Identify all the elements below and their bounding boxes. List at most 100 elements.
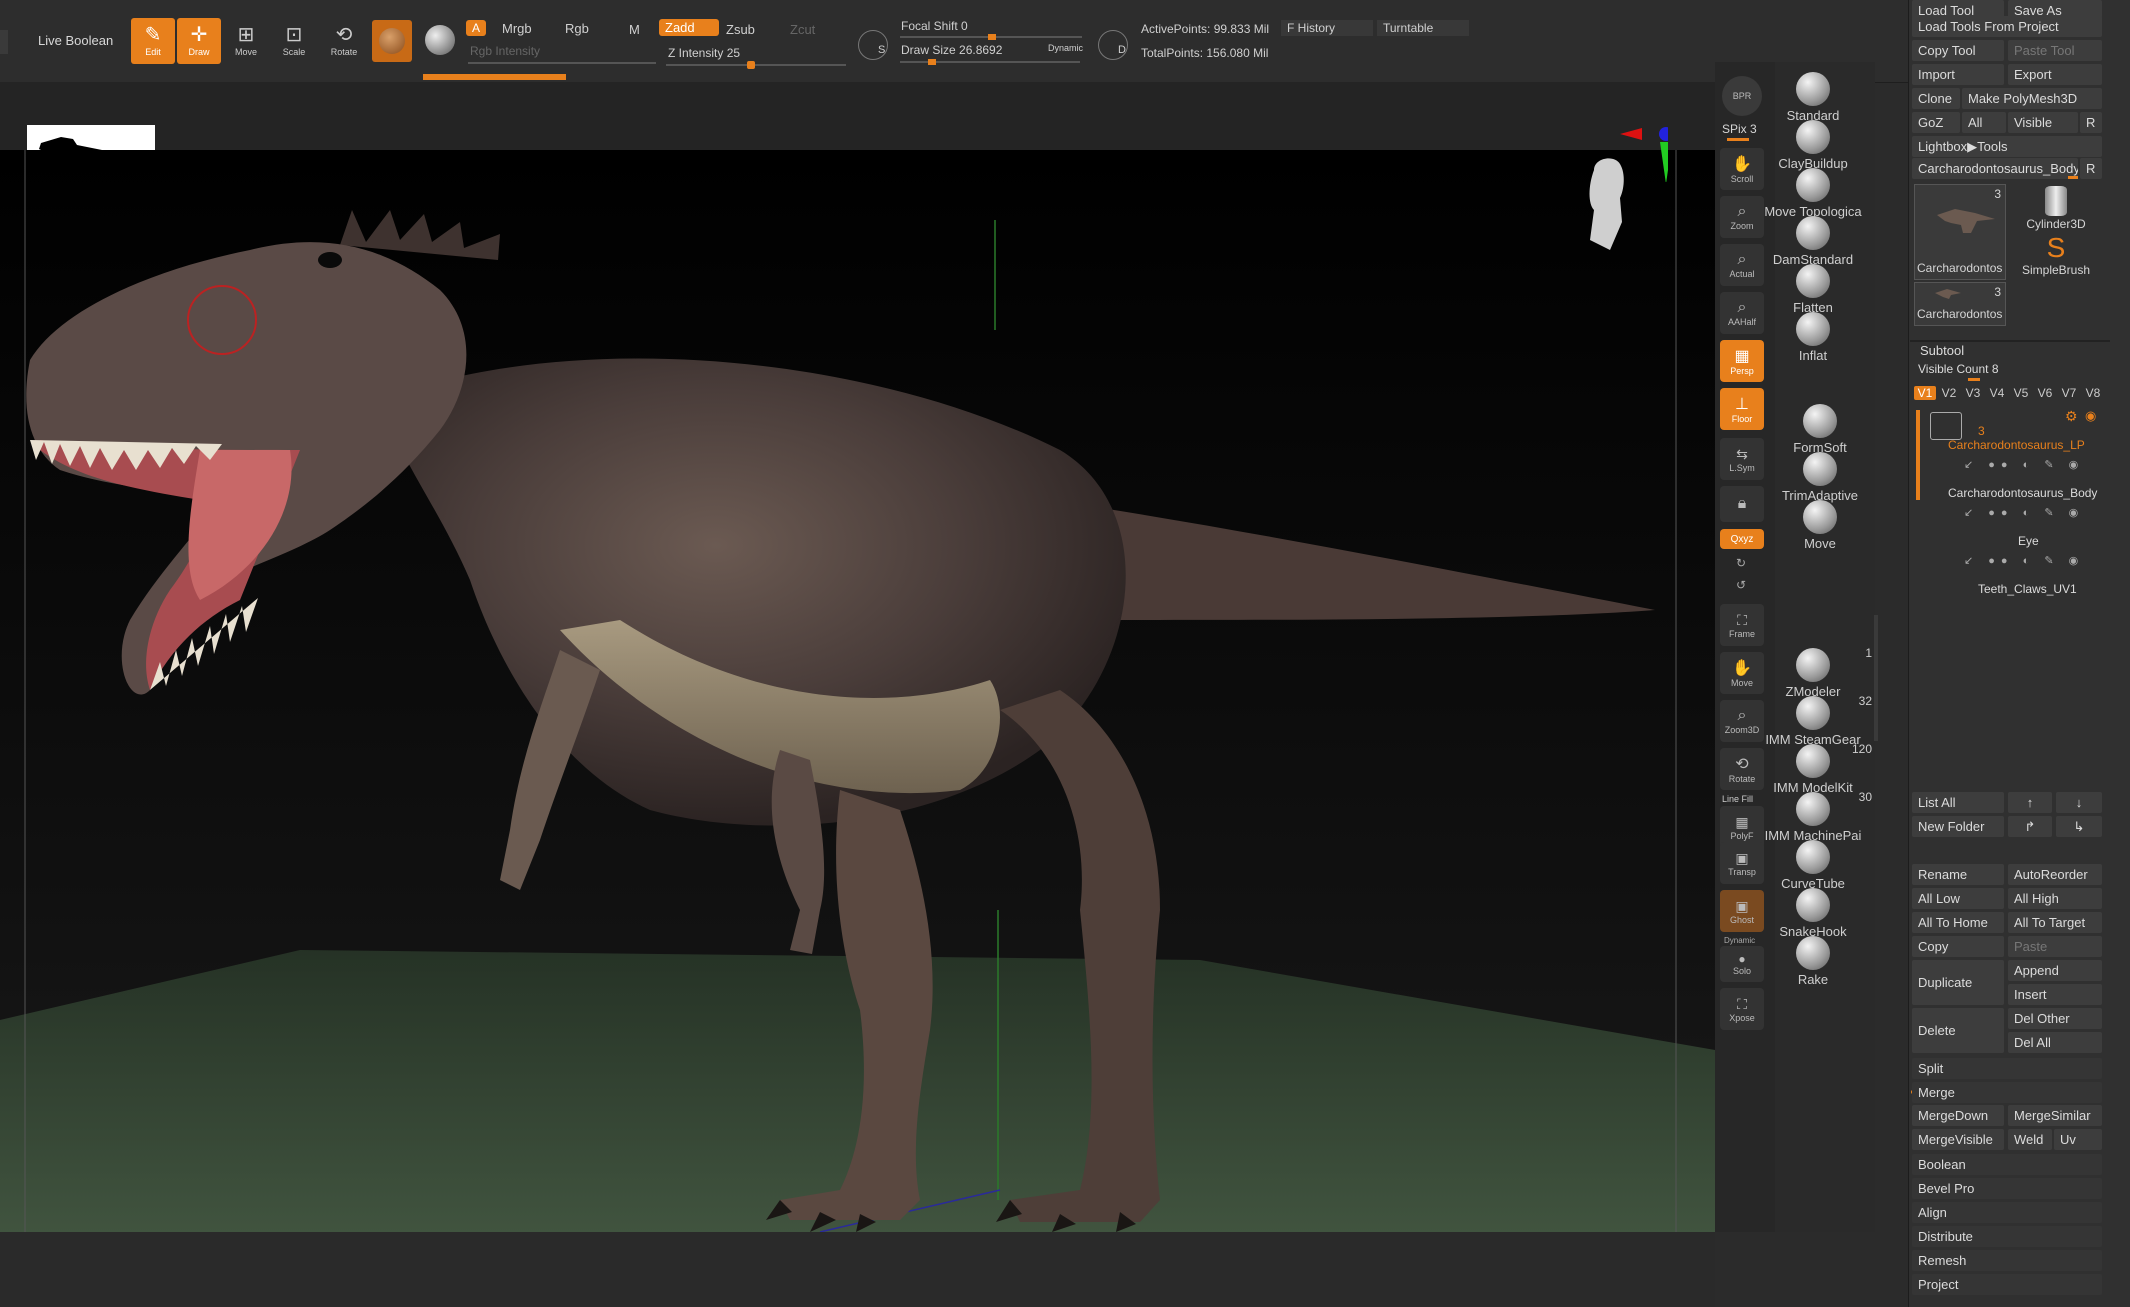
- texture-swatch[interactable]: [425, 25, 455, 55]
- load-tools-from-project-button[interactable]: Load Tools From Project: [1912, 16, 2102, 37]
- paste-tool-button[interactable]: Paste Tool: [2008, 40, 2102, 61]
- version-tab[interactable]: V8: [2082, 386, 2104, 400]
- version-tab[interactable]: V6: [2034, 386, 2056, 400]
- eye-icon[interactable]: ◉: [2085, 408, 2096, 424]
- goz-all-button[interactable]: All: [1962, 112, 2006, 133]
- copy-button[interactable]: Copy: [1912, 936, 2004, 957]
- rotate-ccw-icon[interactable]: ↺: [1736, 578, 1746, 592]
- rotate-cw-icon[interactable]: ↻: [1736, 556, 1746, 570]
- move-to-folder-button[interactable]: ↱: [2008, 816, 2052, 837]
- simplebrush-tool[interactable]: S SimpleBrush: [2010, 234, 2102, 280]
- brush-item[interactable]: Move: [1765, 500, 1875, 551]
- draw-size-slider[interactable]: Draw Size 26.8692: [901, 43, 1002, 57]
- project-section[interactable]: Project: [1912, 1274, 2102, 1295]
- lsym-button[interactable]: ⇆ L.Sym: [1720, 438, 1764, 480]
- brush-item[interactable]: Rake: [1758, 936, 1868, 987]
- visible-count-slider[interactable]: Visible Count 8: [1918, 362, 1999, 376]
- live-boolean-button[interactable]: Live Boolean: [38, 33, 113, 48]
- remesh-section[interactable]: Remesh: [1912, 1250, 2102, 1271]
- brush-item[interactable]: IMM MachinePai 30: [1758, 790, 1872, 843]
- all-low-button[interactable]: All Low: [1912, 888, 2004, 909]
- spix-slider[interactable]: SPix 3: [1722, 122, 1757, 136]
- bpr-button[interactable]: BPR: [1722, 76, 1762, 116]
- xpose-button[interactable]: ⛶ Xpose: [1720, 988, 1764, 1030]
- rgb-button[interactable]: Rgb: [565, 21, 589, 36]
- goz-visible-button[interactable]: Visible: [2008, 112, 2078, 133]
- folder-icon[interactable]: [1930, 412, 1962, 440]
- all-to-target-button[interactable]: All To Target: [2008, 912, 2102, 933]
- subtool-row[interactable]: Carcharodontosaurus_Body ↙ ●● ◐ ✎ ◉: [1944, 486, 2104, 530]
- subtool-controls-icon[interactable]: ↙ ●● ◐ ✎ ◉: [1964, 554, 2084, 567]
- lock-button[interactable]: 🔒︎: [1720, 486, 1764, 522]
- version-tab[interactable]: V4: [1986, 386, 2008, 400]
- edit-button[interactable]: ✎ Edit: [131, 18, 175, 64]
- subtool-title[interactable]: Subtool: [1920, 343, 1964, 358]
- import-button[interactable]: Import: [1912, 64, 2004, 85]
- move-button[interactable]: ⊞ Move: [224, 18, 268, 64]
- all-high-button[interactable]: All High: [2008, 888, 2102, 909]
- version-tab[interactable]: V2: [1938, 386, 1960, 400]
- frame-button[interactable]: ⛶ Frame: [1720, 604, 1764, 646]
- brush-item[interactable]: FormSoft: [1765, 404, 1875, 455]
- rotate-button[interactable]: ⟲ Rotate: [322, 18, 366, 64]
- uv-button[interactable]: Uv: [2054, 1129, 2102, 1150]
- export-button[interactable]: Export: [2008, 64, 2102, 85]
- all-to-home-button[interactable]: All To Home: [1912, 912, 2004, 933]
- align-section[interactable]: Align: [1912, 1202, 2102, 1223]
- m-button[interactable]: M: [629, 22, 640, 37]
- mrgb-button[interactable]: Mrgb: [502, 21, 532, 36]
- append-button[interactable]: Append: [2008, 960, 2102, 981]
- current-tool-r-button[interactable]: R: [2080, 158, 2102, 179]
- merge-section[interactable]: Merge: [1912, 1082, 2102, 1103]
- mergedown-button[interactable]: MergeDown: [1912, 1105, 2004, 1126]
- arrow-up-button[interactable]: ↑: [2008, 792, 2052, 813]
- rgb-intensity-slider[interactable]: Rgb Intensity: [470, 44, 540, 58]
- weld-button[interactable]: Weld: [2008, 1129, 2052, 1150]
- version-tab[interactable]: V1: [1914, 386, 1936, 400]
- 3d-viewport[interactable]: [0, 150, 1715, 1232]
- move-out-folder-button[interactable]: ↳: [2056, 816, 2102, 837]
- delete-button[interactable]: Delete: [1912, 1008, 2004, 1053]
- floor-button[interactable]: ⊥ Floor: [1720, 388, 1764, 430]
- xyz-button[interactable]: Qxyz: [1720, 529, 1764, 549]
- new-folder-button[interactable]: New Folder: [1912, 816, 2004, 837]
- mergevisible-button[interactable]: MergeVisible: [1912, 1129, 2004, 1150]
- draw-button[interactable]: ✛ Draw: [177, 18, 221, 64]
- goz-r-button[interactable]: R: [2080, 112, 2102, 133]
- split-section[interactable]: Split: [1912, 1058, 2102, 1079]
- rename-button[interactable]: Rename: [1912, 864, 2004, 885]
- zsub-button[interactable]: Zsub: [726, 22, 755, 37]
- tool-thumbnail-2[interactable]: 3 Carcharodontos: [1914, 282, 2006, 326]
- subtool-row[interactable]: Eye ↙ ●● ◐ ✎ ◉: [1944, 534, 2104, 578]
- subtool-controls-icon[interactable]: ↙ ●● ◐ ✎ ◉: [1964, 458, 2084, 471]
- scale-button[interactable]: ⊡ Scale: [272, 18, 316, 64]
- brush-item[interactable]: IMM ModelKit 120: [1758, 742, 1872, 795]
- gear-icon[interactable]: ⚙: [2065, 408, 2078, 425]
- z-intensity-handle[interactable]: [747, 61, 755, 69]
- brush-item[interactable]: SnakeHook: [1758, 888, 1868, 939]
- arrow-down-button[interactable]: ↓: [2056, 792, 2102, 813]
- version-tab[interactable]: V7: [2058, 386, 2080, 400]
- zadd-button[interactable]: Zadd: [659, 19, 719, 36]
- focal-shift-slider[interactable]: Focal Shift 0: [901, 19, 968, 33]
- list-all-button[interactable]: List All: [1912, 792, 2004, 813]
- material-swatch[interactable]: [372, 20, 412, 62]
- brush-scrollbar[interactable]: [1874, 615, 1878, 741]
- distribute-section[interactable]: Distribute: [1912, 1226, 2102, 1247]
- paste-button[interactable]: Paste: [2008, 936, 2102, 957]
- current-tool-slider[interactable]: Carcharodontosaurus_Body: [1912, 158, 2078, 179]
- subtool-row[interactable]: Carcharodontosaurus_LP ↙ ●● ◐ ✎ ◉: [1944, 438, 2104, 482]
- lightbox-tools-button[interactable]: Lightbox▶Tools: [1912, 136, 2102, 157]
- brush-item[interactable]: ZModeler 1: [1758, 646, 1872, 699]
- dynamic-toggle[interactable]: Dynamic: [1048, 43, 1083, 53]
- focal-shift-handle[interactable]: [988, 34, 996, 40]
- copy-tool-button[interactable]: Copy Tool: [1912, 40, 2004, 61]
- brush-item[interactable]: CurveTube: [1758, 840, 1868, 891]
- del-other-button[interactable]: Del Other: [2008, 1008, 2102, 1029]
- insert-button[interactable]: Insert: [2008, 984, 2102, 1005]
- del-all-button[interactable]: Del All: [2008, 1032, 2102, 1053]
- brush-item[interactable]: Flatten: [1758, 264, 1868, 315]
- axis-gizmo[interactable]: [1620, 122, 1673, 184]
- bevel-pro-section[interactable]: Bevel Pro: [1912, 1178, 2102, 1199]
- cylinder3d-tool[interactable]: Cylinder3D: [2010, 186, 2102, 232]
